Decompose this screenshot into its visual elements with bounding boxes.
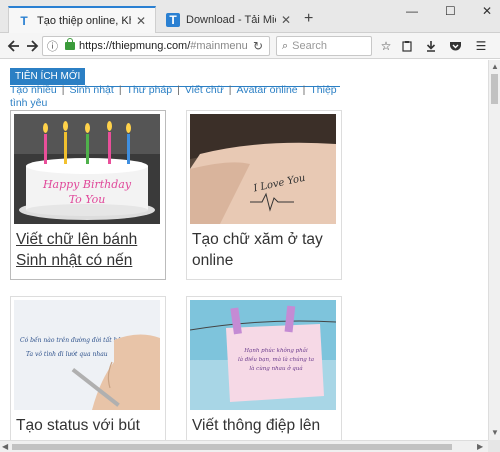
cake-text-1: Happy Birthday [42,178,132,191]
horizontal-scrollbar[interactable]: ◀ ▶ [0,440,488,452]
lock-icon [65,38,75,50]
close-tab-icon[interactable]: ✕ [135,14,147,28]
tab-title: Tạo thiệp online, Khung ả... [37,14,131,27]
note-line-2: Ta vô tình đi lướt qua nhau [26,351,108,358]
category-link-thu-phap[interactable]: Thư pháp [127,84,173,96]
pocket-icon[interactable] [446,37,464,55]
scroll-right-icon[interactable]: ▶ [477,442,483,451]
card-birthday-cake[interactable]: Happy Birthday To You Viết chữ lên bánh … [10,110,166,280]
scroll-left-icon[interactable]: ◀ [2,442,8,451]
section-badge: TIÊN ÍCH MỚI [10,68,86,85]
vertical-scroll-thumb[interactable] [491,74,498,104]
site-info-icon[interactable]: ⓘ [47,38,61,54]
url-text: https://thiepmung.com/#mainmenu [79,40,248,52]
pocket-shape-icon [449,42,461,51]
thiepmung-favicon-icon: T [20,13,28,28]
cake-thumbnail: Happy Birthday To You [14,114,160,224]
downloads-icon[interactable] [422,37,440,55]
scroll-down-icon[interactable]: ▼ [491,428,499,437]
maximize-button[interactable]: ☐ [445,4,456,18]
address-bar[interactable]: ⓘ https://thiepmung.com/#mainmenu ↻ [42,36,270,56]
back-button[interactable] [5,37,23,55]
reading-list-icon[interactable] [398,37,416,55]
note-thumbnail: Hạnh phúc không phải là điều bạn, mà là … [190,300,336,410]
card-caption[interactable]: Viết thông điệp lên [192,415,338,436]
close-tab-icon[interactable]: ✕ [280,13,292,27]
category-link-tao-nhieu[interactable]: Tạo nhiều [10,84,57,96]
forward-button[interactable] [23,37,41,55]
forward-arrow-icon [27,40,39,52]
category-link-avatar[interactable]: Avatar online [237,84,298,96]
pen-thumbnail: Có bến nào trên đường đời tất bật Ta vô … [14,300,160,410]
message-line-1: Hạnh phúc không phải [243,347,308,354]
tab-title: Download - Tải Miễn Phí ... [186,13,276,26]
scroll-up-icon[interactable]: ▲ [491,62,499,71]
card-wrist-tattoo[interactable]: I Love You Tạo chữ xăm ở tay online [186,110,342,280]
card-status-pen[interactable]: Có bến nào trên đường đời tất bật Ta vô … [10,296,166,440]
card-message-note[interactable]: Hạnh phúc không phải là điều bạn, mà là … [186,296,342,440]
search-icon: ⌕ [282,39,289,52]
navigation-toolbar: ⓘ https://thiepmung.com/#mainmenu ↻ ⌕ Se… [0,33,500,59]
download-favicon-icon: T [166,12,180,27]
page-viewport: TIÊN ÍCH MỚI Tạo nhiều | Sinh nhật | Thư phá… [0,60,488,440]
cake-text-2: To You [69,193,106,206]
clipboard-icon [402,41,412,52]
minimize-button[interactable]: — [406,4,418,18]
tab-strip: T Tạo thiệp online, Khung ả... ✕ T Downl… [0,0,500,33]
category-link-viet-chu[interactable]: Viết chữ [185,84,224,96]
window-close-button[interactable]: ✕ [482,4,492,18]
card-caption[interactable]: Tạo status với bút [16,415,162,436]
vertical-scrollbar[interactable]: ▲ ▼ [488,60,500,440]
reload-icon[interactable]: ↻ [253,39,263,53]
back-arrow-icon [7,40,19,52]
tab-thiepmung[interactable]: T Tạo thiệp online, Khung ả... ✕ [8,6,156,33]
bookmark-star-icon[interactable]: ☆ [377,37,395,55]
card-caption[interactable]: Tạo chữ xăm ở tay online [192,229,338,271]
new-tab-button[interactable]: + [304,11,313,27]
horizontal-scroll-thumb[interactable] [12,444,452,450]
search-placeholder: Search [292,40,328,52]
message-line-2: là điều bạn, mà là chúng ta [238,355,314,363]
card-caption[interactable]: Viết chữ lên bánh Sinh nhật có nến [16,229,162,271]
tab-download[interactable]: T Download - Tải Miễn Phí ... ✕ [158,6,300,33]
category-link-sinh-nhat[interactable]: Sinh nhật [69,84,113,96]
scrollbar-corner [488,440,500,452]
tattoo-thumbnail: I Love You [190,114,336,224]
note-line-1: Có bến nào trên đường đời tất bật [20,337,124,344]
message-line-3: là cùng nhau ở quá [249,365,302,372]
search-input[interactable]: ⌕ Search [276,36,372,56]
menu-hamburger-icon[interactable]: ☰ [472,37,490,55]
download-arrow-icon [426,41,436,52]
category-nav: Tạo nhiều | Sinh nhật | Thư pháp | Viết chữ | Av… [10,84,337,109]
